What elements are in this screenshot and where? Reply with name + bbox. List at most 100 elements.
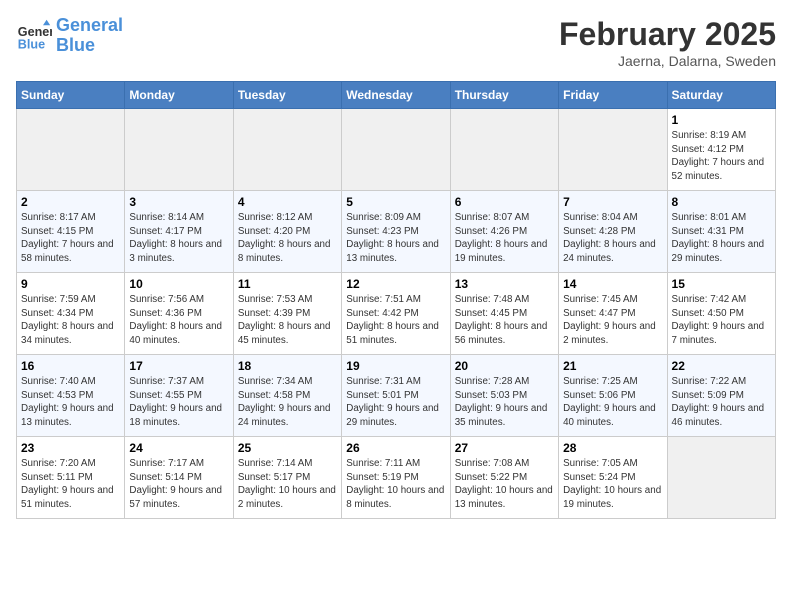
day-info: Sunrise: 7:56 AM Sunset: 4:36 PM Dayligh… — [129, 293, 228, 348]
day-info: Sunrise: 7:51 AM Sunset: 4:42 PM Dayligh… — [346, 293, 445, 348]
title-block: February 2025 Jaerna, Dalarna, Sweden — [559, 16, 776, 69]
day-info: Sunrise: 8:14 AM Sunset: 4:17 PM Dayligh… — [129, 211, 228, 266]
weekday-tuesday: Tuesday — [233, 82, 341, 109]
day-number: 7 — [563, 195, 662, 209]
week-row-0: 1 Sunrise: 8:19 AM Sunset: 4:12 PM Daylig… — [17, 109, 776, 191]
day-cell: 5 Sunrise: 8:09 AM Sunset: 4:23 PM Daylig… — [342, 191, 450, 273]
logo-text: GeneralBlue — [56, 16, 123, 56]
day-number: 14 — [563, 277, 662, 291]
day-number: 13 — [455, 277, 554, 291]
day-info: Sunrise: 7:31 AM Sunset: 5:01 PM Dayligh… — [346, 375, 445, 430]
weekday-monday: Monday — [125, 82, 233, 109]
week-row-4: 23 Sunrise: 7:20 AM Sunset: 5:11 PM Dayli… — [17, 437, 776, 519]
day-number: 12 — [346, 277, 445, 291]
day-cell: 1 Sunrise: 8:19 AM Sunset: 4:12 PM Daylig… — [667, 109, 775, 191]
day-cell: 21 Sunrise: 7:25 AM Sunset: 5:06 PM Dayli… — [559, 355, 667, 437]
day-info: Sunrise: 7:08 AM Sunset: 5:22 PM Dayligh… — [455, 457, 554, 512]
day-number: 11 — [238, 277, 337, 291]
week-row-1: 2 Sunrise: 8:17 AM Sunset: 4:15 PM Daylig… — [17, 191, 776, 273]
day-info: Sunrise: 7:34 AM Sunset: 4:58 PM Dayligh… — [238, 375, 337, 430]
day-number: 5 — [346, 195, 445, 209]
month-title: February 2025 — [559, 16, 776, 53]
day-number: 19 — [346, 359, 445, 373]
day-number: 15 — [672, 277, 771, 291]
day-number: 25 — [238, 441, 337, 455]
day-number: 9 — [21, 277, 120, 291]
day-number: 10 — [129, 277, 228, 291]
day-info: Sunrise: 8:01 AM Sunset: 4:31 PM Dayligh… — [672, 211, 771, 266]
day-cell: 23 Sunrise: 7:20 AM Sunset: 5:11 PM Dayli… — [17, 437, 125, 519]
day-number: 3 — [129, 195, 228, 209]
day-info: Sunrise: 7:14 AM Sunset: 5:17 PM Dayligh… — [238, 457, 337, 512]
day-number: 17 — [129, 359, 228, 373]
weekday-friday: Friday — [559, 82, 667, 109]
weekday-sunday: Sunday — [17, 82, 125, 109]
day-cell: 4 Sunrise: 8:12 AM Sunset: 4:20 PM Daylig… — [233, 191, 341, 273]
day-cell: 25 Sunrise: 7:14 AM Sunset: 5:17 PM Dayli… — [233, 437, 341, 519]
day-cell: 16 Sunrise: 7:40 AM Sunset: 4:53 PM Dayli… — [17, 355, 125, 437]
day-number: 2 — [21, 195, 120, 209]
page-header: General Blue GeneralBlue February 2025 J… — [16, 16, 776, 69]
day-cell: 12 Sunrise: 7:51 AM Sunset: 4:42 PM Dayli… — [342, 273, 450, 355]
day-cell — [559, 109, 667, 191]
day-info: Sunrise: 7:42 AM Sunset: 4:50 PM Dayligh… — [672, 293, 771, 348]
day-number: 16 — [21, 359, 120, 373]
day-info: Sunrise: 7:40 AM Sunset: 4:53 PM Dayligh… — [21, 375, 120, 430]
day-cell: 17 Sunrise: 7:37 AM Sunset: 4:55 PM Dayli… — [125, 355, 233, 437]
day-cell: 15 Sunrise: 7:42 AM Sunset: 4:50 PM Dayli… — [667, 273, 775, 355]
day-info: Sunrise: 7:53 AM Sunset: 4:39 PM Dayligh… — [238, 293, 337, 348]
day-info: Sunrise: 7:48 AM Sunset: 4:45 PM Dayligh… — [455, 293, 554, 348]
weekday-thursday: Thursday — [450, 82, 558, 109]
day-number: 18 — [238, 359, 337, 373]
day-number: 4 — [238, 195, 337, 209]
weekday-wednesday: Wednesday — [342, 82, 450, 109]
location-subtitle: Jaerna, Dalarna, Sweden — [559, 53, 776, 69]
day-number: 22 — [672, 359, 771, 373]
day-cell: 3 Sunrise: 8:14 AM Sunset: 4:17 PM Daylig… — [125, 191, 233, 273]
day-cell: 18 Sunrise: 7:34 AM Sunset: 4:58 PM Dayli… — [233, 355, 341, 437]
day-number: 24 — [129, 441, 228, 455]
day-number: 6 — [455, 195, 554, 209]
day-cell — [667, 437, 775, 519]
day-cell: 6Sunrise: 8:07 AM Sunset: 4:26 PM Daylig… — [450, 191, 558, 273]
calendar-body: 1 Sunrise: 8:19 AM Sunset: 4:12 PM Daylig… — [17, 109, 776, 519]
day-cell: 10 Sunrise: 7:56 AM Sunset: 4:36 PM Dayli… — [125, 273, 233, 355]
day-number: 21 — [563, 359, 662, 373]
day-info: Sunrise: 7:20 AM Sunset: 5:11 PM Dayligh… — [21, 457, 120, 512]
day-cell: 19 Sunrise: 7:31 AM Sunset: 5:01 PM Dayli… — [342, 355, 450, 437]
day-info: Sunrise: 7:17 AM Sunset: 5:14 PM Dayligh… — [129, 457, 228, 512]
day-cell: 14 Sunrise: 7:45 AM Sunset: 4:47 PM Dayli… — [559, 273, 667, 355]
day-number: 23 — [21, 441, 120, 455]
day-info: Sunrise: 7:05 AM Sunset: 5:24 PM Dayligh… — [563, 457, 662, 512]
day-info: Sunrise: 8:17 AM Sunset: 4:15 PM Dayligh… — [21, 211, 120, 266]
day-number: 1 — [672, 113, 771, 127]
logo: General Blue GeneralBlue — [16, 16, 123, 56]
day-cell: 9 Sunrise: 7:59 AM Sunset: 4:34 PM Daylig… — [17, 273, 125, 355]
day-number: 8 — [672, 195, 771, 209]
day-cell: 13 Sunrise: 7:48 AM Sunset: 4:45 PM Dayli… — [450, 273, 558, 355]
day-cell: 28Sunrise: 7:05 AM Sunset: 5:24 PM Dayli… — [559, 437, 667, 519]
weekday-header-row: SundayMondayTuesdayWednesdayThursdayFrid… — [17, 82, 776, 109]
day-cell: 22 Sunrise: 7:22 AM Sunset: 5:09 PM Dayli… — [667, 355, 775, 437]
day-cell: 20Sunrise: 7:28 AM Sunset: 5:03 PM Dayli… — [450, 355, 558, 437]
day-info: Sunrise: 7:45 AM Sunset: 4:47 PM Dayligh… — [563, 293, 662, 348]
day-cell: 2 Sunrise: 8:17 AM Sunset: 4:15 PM Daylig… — [17, 191, 125, 273]
day-info: Sunrise: 8:12 AM Sunset: 4:20 PM Dayligh… — [238, 211, 337, 266]
day-info: Sunrise: 8:19 AM Sunset: 4:12 PM Dayligh… — [672, 129, 771, 184]
svg-text:Blue: Blue — [18, 37, 45, 51]
day-cell — [125, 109, 233, 191]
day-info: Sunrise: 8:04 AM Sunset: 4:28 PM Dayligh… — [563, 211, 662, 266]
day-cell: 8 Sunrise: 8:01 AM Sunset: 4:31 PM Daylig… — [667, 191, 775, 273]
day-number: 27 — [455, 441, 554, 455]
day-number: 20 — [455, 359, 554, 373]
day-cell — [233, 109, 341, 191]
day-cell: 26Sunrise: 7:11 AM Sunset: 5:19 PM Dayli… — [342, 437, 450, 519]
day-info: Sunrise: 8:09 AM Sunset: 4:23 PM Dayligh… — [346, 211, 445, 266]
calendar-table: SundayMondayTuesdayWednesdayThursdayFrid… — [16, 81, 776, 519]
day-info: Sunrise: 7:11 AM Sunset: 5:19 PM Dayligh… — [346, 457, 445, 512]
day-info: Sunrise: 7:59 AM Sunset: 4:34 PM Dayligh… — [21, 293, 120, 348]
day-info: Sunrise: 7:37 AM Sunset: 4:55 PM Dayligh… — [129, 375, 228, 430]
logo-icon: General Blue — [16, 18, 52, 54]
day-info: Sunrise: 7:22 AM Sunset: 5:09 PM Dayligh… — [672, 375, 771, 430]
day-info: Sunrise: 7:25 AM Sunset: 5:06 PM Dayligh… — [563, 375, 662, 430]
